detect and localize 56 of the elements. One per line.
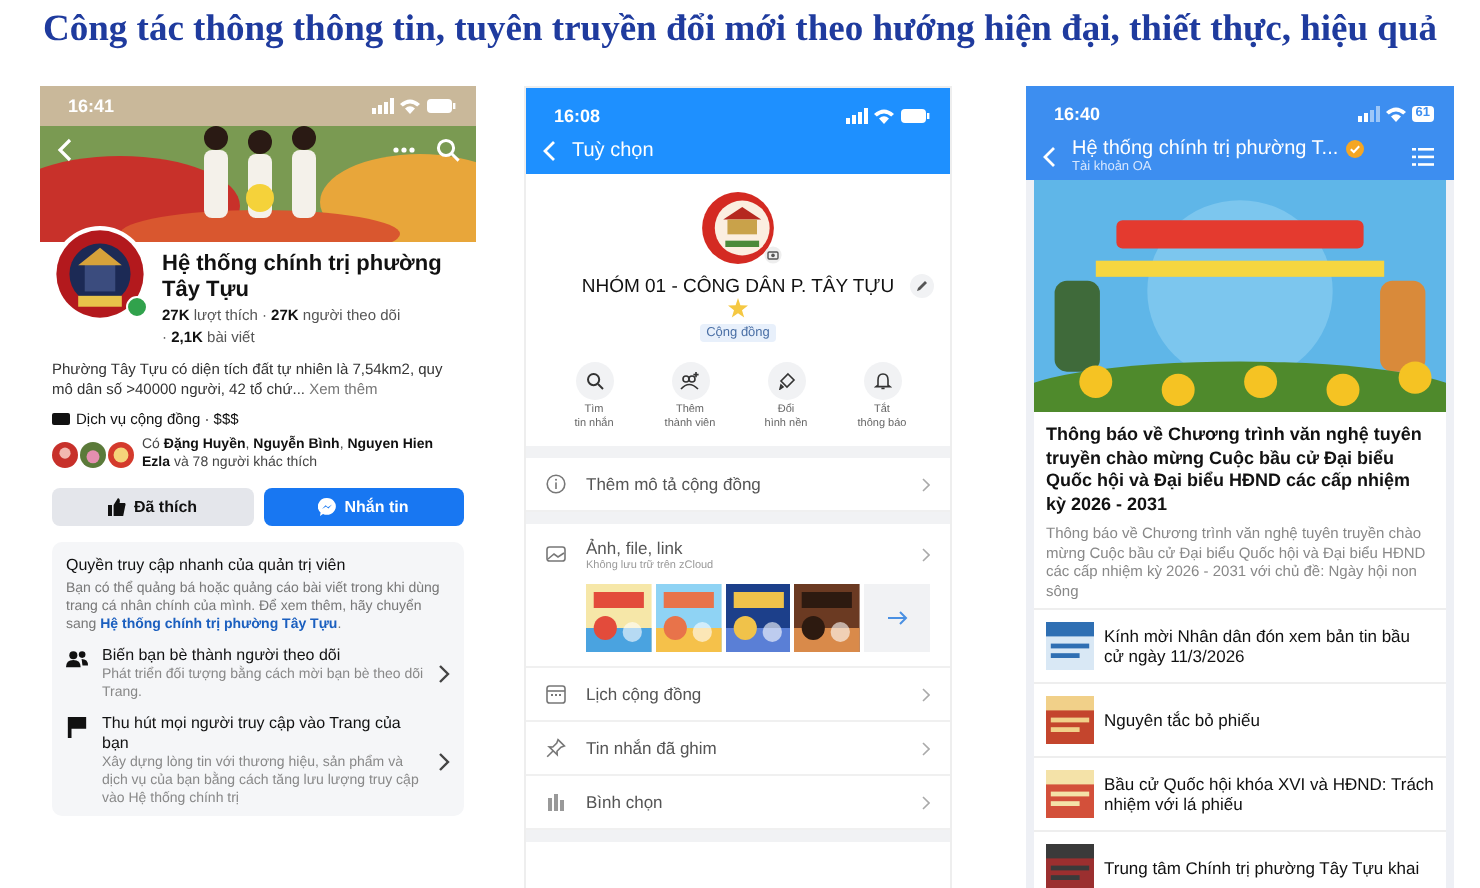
camera-icon[interactable] [764, 246, 782, 264]
card-title: Quyền truy cập nhanh của quản trị viên [66, 556, 348, 576]
add-member-button[interactable] [671, 362, 709, 400]
article-link[interactable]: Nguyên tắc bỏ phiếu [1104, 709, 1260, 731]
pin-icon [546, 738, 566, 758]
flag-icon [66, 716, 88, 738]
message-button[interactable]: Nhắn tin [263, 488, 464, 526]
menu-item[interactable]: Tin nhắn đã ghim [586, 738, 902, 758]
signal-icon [846, 108, 868, 124]
brush-icon [777, 372, 795, 390]
mute-button[interactable] [863, 362, 901, 400]
action-title: Biến bạn bè thành người theo dõi [102, 646, 343, 665]
article-title: Thông báo về Chương trình văn nghệ tuyên truyền chào mừng Cuộc bầu cử Đại biểu Quốc hội và Đại biểu HĐND các cấp nhiệm kỳ 2026 - 2031 [1044, 422, 1424, 516]
change-background-button[interactable] [767, 362, 805, 400]
messenger-icon [318, 498, 337, 516]
status-time: 16:08 [554, 106, 601, 126]
wifi-icon [1385, 106, 1406, 122]
image-icon [546, 544, 566, 564]
menu-item[interactable]: Bình chọn [586, 792, 902, 812]
action-title: Thu hút mọi người truy cập vào Trang của bạn [102, 714, 403, 754]
menu-item[interactable]: Lịch cộng đồng [586, 684, 902, 704]
bell-icon [873, 372, 891, 390]
info-icon [546, 474, 566, 494]
account-name: Hệ thống chính trị phường T... [1072, 138, 1339, 160]
list-icon[interactable] [1412, 147, 1434, 165]
wifi-icon [874, 108, 894, 124]
search-button[interactable] [575, 362, 613, 400]
poll-icon [546, 792, 566, 812]
back-icon[interactable] [542, 140, 556, 162]
battery-icon [900, 108, 930, 124]
article-card[interactable] [1034, 180, 1446, 888]
menu-item[interactable]: Ảnh, file, link [586, 537, 902, 557]
headline: Công tác thông thông tin, tuyên truyền đổi mới theo hướng hiện đại, thiết thực, hiệu quả [41, 8, 1439, 54]
article-link[interactable]: Trung tâm Chính trị phường Tây Tựu khai [1104, 857, 1420, 879]
back-icon[interactable] [1042, 145, 1056, 167]
chevron-right-icon[interactable] [438, 751, 450, 771]
article-link[interactable]: Bầu cử Quốc hội khóa XVI và HĐND: Trách nhiệm với lá phiếu [1104, 773, 1434, 815]
arrow-right-icon [887, 610, 908, 626]
group-name: NHÓM 01 - CÔNG DÂN P. TÂY TỰU [581, 276, 895, 298]
liked-button[interactable]: Đã thích [52, 488, 253, 526]
thumbs-up-icon [107, 498, 126, 516]
signal-icon [1357, 106, 1380, 122]
screen-title: Tuỳ chọn [572, 140, 654, 162]
calendar-icon [546, 684, 566, 704]
menu-item[interactable]: Thêm mô tả cộng đồng [586, 474, 902, 494]
star-icon [728, 298, 748, 318]
add-people-icon [680, 372, 700, 390]
edit-icon[interactable] [910, 274, 934, 298]
status-time: 16:40 [1054, 104, 1101, 124]
people-icon [66, 648, 88, 670]
verified-icon [1346, 140, 1365, 158]
online-status-icon [126, 296, 148, 318]
page-name: Hệ thống chính trị phường Tây Tựu [162, 252, 444, 304]
article-link[interactable]: Kính mời Nhân dân đón xem bản tin bầu cử ngày 11/3/2026 [1104, 625, 1434, 667]
chevron-right-icon[interactable] [438, 664, 450, 684]
search-icon [585, 372, 603, 390]
